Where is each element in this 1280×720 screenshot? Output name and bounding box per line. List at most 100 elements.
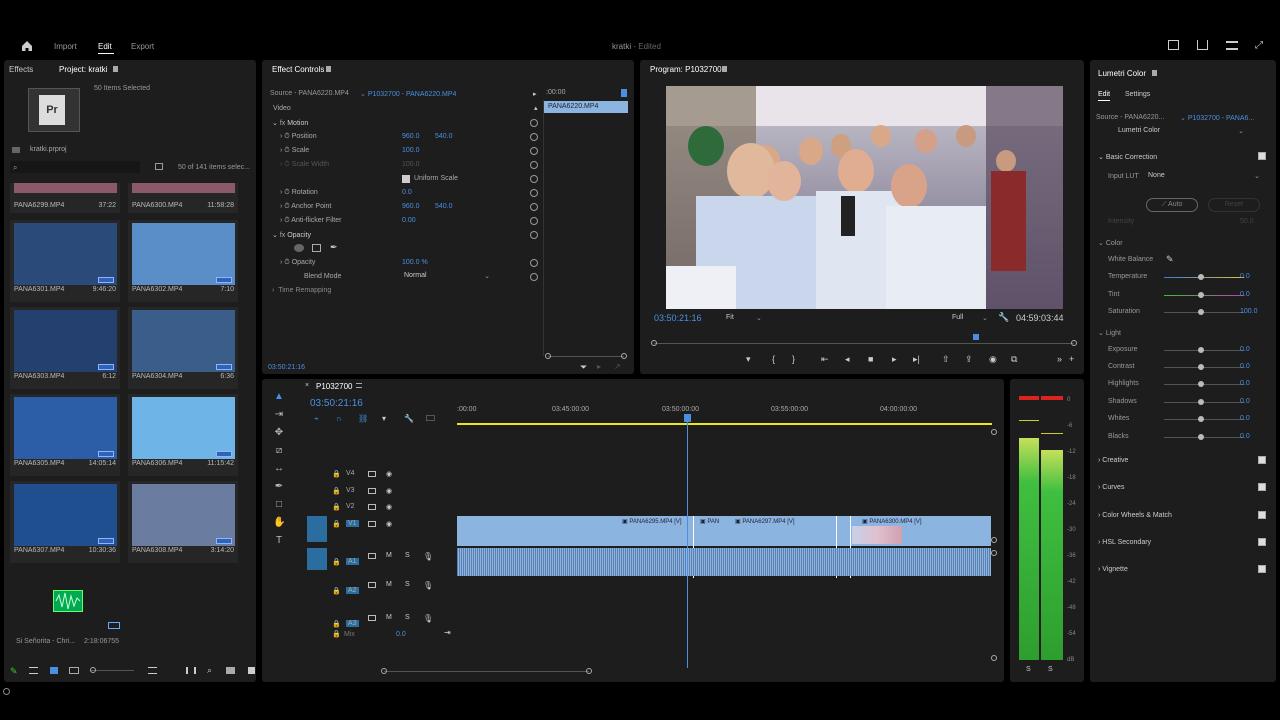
linked-select-icon[interactable]: ⛓ [358, 414, 368, 423]
ellipse-mask-icon[interactable] [294, 244, 304, 252]
reset-icon[interactable] [530, 161, 538, 169]
ec-source[interactable]: Source - PANA6220.MP4 [270, 90, 349, 97]
color-section[interactable]: ⌄ Color [1098, 239, 1123, 247]
new-bin-bottom-icon[interactable] [226, 667, 235, 674]
pen-mask-icon[interactable]: ✒ [330, 242, 338, 253]
lumetri-tab-edit[interactable]: Edit [1098, 91, 1110, 98]
filter-icon[interactable]: ⏷ [580, 362, 587, 373]
timeline-h-scroll[interactable] [381, 668, 592, 674]
new-bin-icon[interactable] [155, 163, 163, 170]
step-back-icon[interactable]: ◂ [845, 354, 850, 365]
tint-slider[interactable] [1164, 292, 1244, 298]
eye-icon[interactable]: ◉ [386, 487, 392, 495]
export-frame-icon[interactable]: ◉ [989, 354, 997, 365]
highlights-slider[interactable] [1164, 381, 1244, 387]
project-clip-tile[interactable]: PANA6306.MP4 11:15:42 [128, 394, 238, 476]
v-scroll-knob-a[interactable] [991, 537, 997, 543]
scrub-left-knob[interactable] [651, 340, 657, 346]
hsl-checkbox[interactable] [1258, 538, 1266, 546]
ec-position-y[interactable]: 540.0 [435, 133, 453, 140]
source-patch[interactable] [307, 516, 327, 542]
shadows-value[interactable]: 0.0 [1240, 398, 1250, 405]
rectangle-tool-icon[interactable]: □ [273, 499, 285, 511]
vignette-section[interactable]: › Vignette [1098, 566, 1128, 573]
freeform-view-icon[interactable] [69, 667, 79, 674]
light-section[interactable]: ⌄ Light [1098, 329, 1121, 337]
audio-clip-icon[interactable] [53, 590, 83, 612]
project-clip-tile[interactable]: PANA6307.MP4 10:30:36 [10, 481, 120, 563]
solo-button[interactable]: S [405, 552, 410, 559]
curves-checkbox[interactable] [1258, 483, 1266, 491]
ripple-edit-icon[interactable]: ✥ [273, 427, 285, 439]
sort-icon[interactable] [148, 667, 157, 674]
ec-zoom-right-knob[interactable] [621, 353, 627, 359]
mix-value[interactable]: 0.0 [396, 631, 406, 638]
whites-slider[interactable] [1164, 416, 1244, 422]
lock-icon[interactable]: 🔒 [332, 587, 341, 595]
creative-checkbox[interactable] [1258, 456, 1266, 464]
extract-icon[interactable]: ⇪ [965, 354, 973, 365]
project-clip-tile[interactable]: PANA6308.MP4 3:14:20 [128, 481, 238, 563]
selection-tool-icon[interactable]: ▲ [273, 391, 285, 403]
lumetri-effect-dropdown[interactable]: Lumetri Color ⌄ [1118, 127, 1244, 135]
saturation-slider[interactable] [1164, 309, 1244, 315]
timeline-timecode[interactable]: 03:50:21:16 [310, 398, 363, 409]
wheels-checkbox[interactable] [1258, 511, 1266, 519]
timeline-menu-icon[interactable] [356, 383, 362, 388]
eye-icon[interactable]: ◉ [386, 503, 392, 511]
program-menu-icon[interactable] [722, 66, 727, 72]
exposure-knob[interactable] [1198, 347, 1204, 353]
meter-solo-left[interactable]: S [1026, 666, 1031, 673]
slip-icon[interactable]: ↔ [273, 463, 285, 475]
clip-label-2[interactable]: ▣ PAN [700, 518, 719, 525]
magnet-icon[interactable]: ∩ [336, 414, 342, 423]
find-icon[interactable]: ⌕ [207, 665, 212, 676]
nav-edit[interactable]: Edit [98, 42, 112, 51]
zoom-slider-knob[interactable] [90, 667, 96, 673]
reset-icon[interactable] [530, 273, 538, 281]
share-icon[interactable] [1197, 40, 1208, 50]
play-icon[interactable]: ▸ [892, 354, 897, 365]
menu-icon[interactable] [1226, 41, 1238, 50]
sync-lock-icon[interactable] [368, 488, 376, 494]
hand-tool-icon[interactable]: ✋ [273, 517, 285, 529]
ec-zoom-left-knob[interactable] [545, 353, 551, 359]
search-input[interactable] [10, 161, 140, 173]
ec-timecode[interactable]: 03:50:21:16 [268, 364, 305, 371]
sync-lock-icon[interactable] [368, 471, 376, 477]
full-dropdown[interactable]: Full ⌄ [952, 314, 992, 322]
creative-section[interactable]: › Creative [1098, 457, 1128, 464]
mic-icon[interactable]: 🎙 [423, 581, 433, 590]
playhead-line[interactable] [687, 414, 688, 668]
contrast-slider[interactable] [1164, 364, 1244, 370]
snap-icon[interactable]: ⌁ [314, 414, 319, 423]
mic-icon[interactable]: 🎙 [423, 552, 433, 561]
nav-export[interactable]: Export [131, 42, 154, 51]
ec-play-only-icon[interactable]: ▸ [597, 362, 601, 371]
type-tool-icon[interactable]: T [273, 535, 285, 547]
ec-rotation-value[interactable]: 0.0 [402, 189, 412, 196]
h-scroll-left-knob[interactable] [381, 668, 387, 674]
ec-zoom-bar[interactable] [545, 353, 627, 359]
work-area-bar[interactable] [457, 423, 992, 425]
home-icon[interactable] [20, 39, 34, 53]
sync-lock-icon[interactable] [368, 582, 376, 588]
go-to-in-icon[interactable]: ⇤ [821, 354, 829, 365]
saturation-knob[interactable] [1198, 309, 1204, 315]
whites-value[interactable]: 0.0 [1240, 415, 1250, 422]
exposure-value[interactable]: 0.0 [1240, 346, 1250, 353]
lumetri-menu-icon[interactable] [1152, 70, 1157, 76]
blacks-value[interactable]: 0.0 [1240, 433, 1250, 440]
lumetri-clip-dropdown[interactable]: ⌄ P1032700 - PANA6... [1180, 114, 1254, 122]
vignette-checkbox[interactable] [1258, 565, 1266, 573]
ec-anchor-y[interactable]: 540.0 [435, 203, 453, 210]
scrub-playhead[interactable] [973, 334, 979, 340]
ec-play-icon[interactable]: ▸ [533, 90, 537, 98]
timeline-settings-icon[interactable]: 🔧 [404, 414, 414, 423]
ec-scroll-up-icon[interactable]: ▴ [534, 104, 538, 112]
auto-button[interactable]: ⟋ Auto [1146, 198, 1198, 212]
v-scroll-knob-c[interactable] [991, 655, 997, 661]
reset-button[interactable]: Reset [1208, 198, 1260, 212]
icon-view-icon[interactable] [50, 667, 58, 674]
reset-icon[interactable] [530, 175, 538, 183]
